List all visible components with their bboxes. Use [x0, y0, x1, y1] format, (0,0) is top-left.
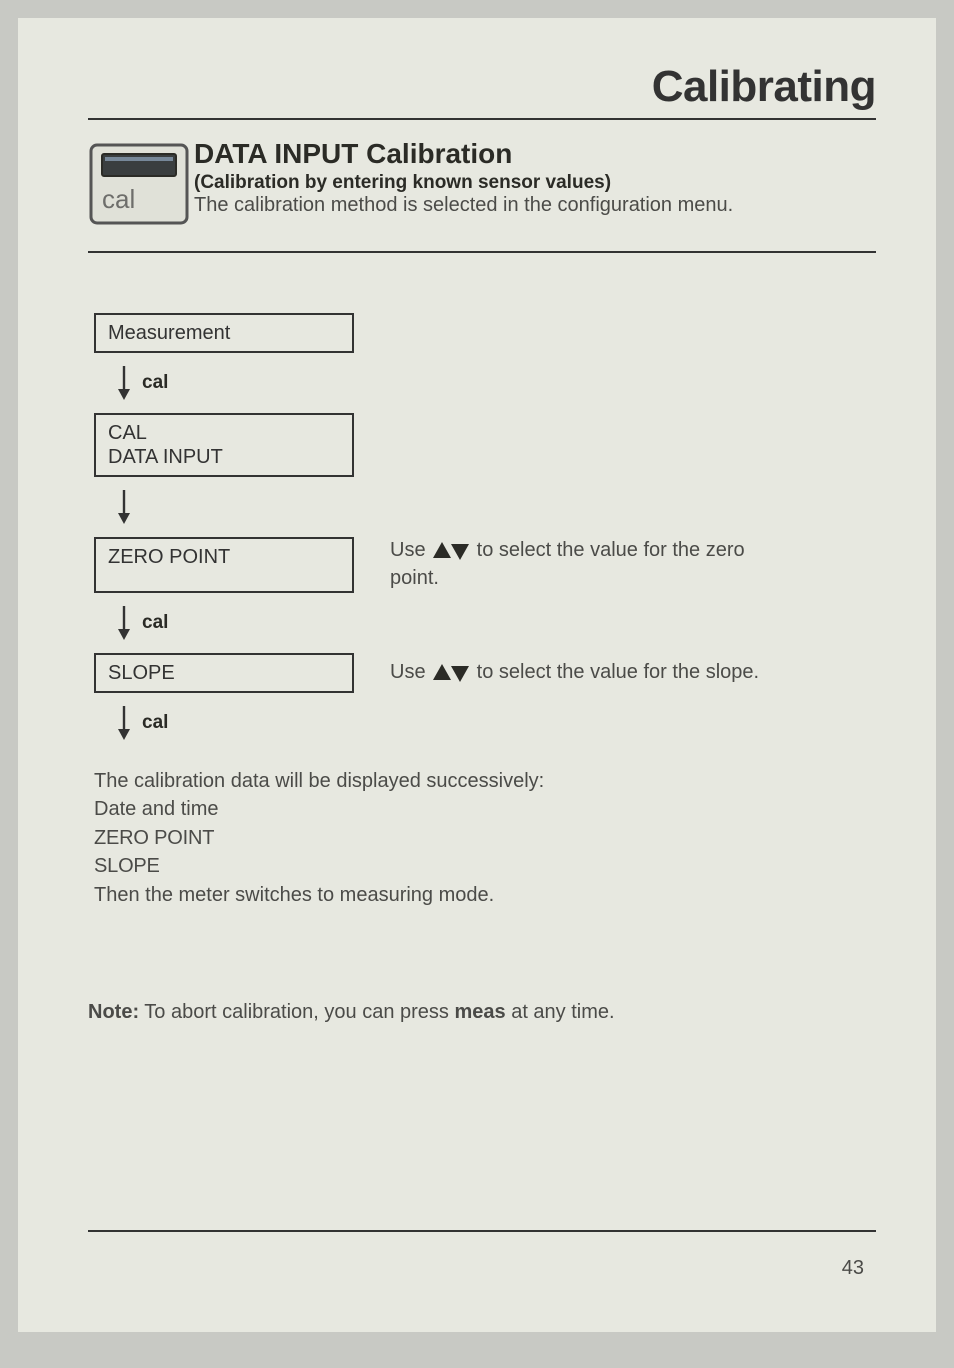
flow-final: The calibration data will be displayed s…	[94, 767, 876, 909]
flow-arrow-1: cal	[116, 359, 876, 407]
footer-rule	[88, 1230, 876, 1232]
arrow-down-icon	[116, 706, 132, 740]
arrow-down-icon	[116, 366, 132, 400]
arrow-down-icon	[116, 490, 132, 524]
note-middle: To abort calibration, you can press	[139, 1001, 454, 1023]
final-line-3: ZERO POINT	[94, 824, 876, 852]
arrow-4-label: cal	[142, 712, 168, 734]
arrow-down-icon	[116, 606, 132, 640]
section-heading: DATA INPUT Calibration	[194, 138, 876, 170]
slope-desc-post: to select the value for the slope.	[471, 661, 759, 683]
final-line-2: Date and time	[94, 795, 876, 823]
zero-point-desc: Use to select the value for the zero poi…	[390, 537, 776, 592]
state-slope: SLOPE	[94, 653, 354, 693]
slope-desc: Use to select the value for the slope.	[390, 659, 759, 687]
state-cal-line1: CAL	[108, 422, 147, 444]
up-down-icon	[433, 542, 469, 560]
note: Note: To abort calibration, you can pres…	[88, 1001, 876, 1024]
final-line-5: Then the meter switches to measuring mod…	[94, 881, 876, 909]
state-cal-line2: DATA INPUT	[108, 446, 223, 468]
flow-arrow-4: cal	[116, 699, 876, 747]
flow-arrow-2	[116, 483, 876, 531]
final-line-1: The calibration data will be displayed s…	[94, 767, 876, 795]
arrow-3-label: cal	[142, 612, 168, 634]
state-cal-data-input: CAL DATA INPUT	[94, 413, 354, 477]
note-prefix: Note:	[88, 1001, 139, 1023]
state-zero-point: ZERO POINT	[94, 537, 354, 593]
section-header: cal DATA INPUT Calibration (Calibration …	[88, 142, 876, 231]
flow-diagram: Measurement cal CAL DATA INPUT ZERO POIN…	[94, 313, 876, 909]
final-line-4: SLOPE	[94, 852, 876, 880]
note-emph: meas	[454, 1001, 505, 1023]
cal-device-icon: cal	[88, 142, 190, 231]
cal-icon-label: cal	[102, 184, 135, 214]
state-measurement: Measurement	[94, 313, 354, 353]
up-down-icon	[433, 664, 469, 682]
title-rule	[88, 118, 876, 120]
flow-arrow-3: cal	[116, 599, 876, 647]
zero-point-desc-pre: Use	[390, 539, 431, 561]
arrow-1-label: cal	[142, 372, 168, 394]
slope-desc-pre: Use	[390, 661, 431, 683]
page-title: Calibrating	[88, 62, 876, 112]
section-subheading: (Calibration by entering known sensor va…	[194, 172, 876, 194]
section-rule	[88, 251, 876, 253]
note-suffix: at any time.	[506, 1001, 615, 1023]
page-number: 43	[842, 1257, 864, 1280]
section-lead: The calibration method is selected in th…	[194, 194, 876, 217]
